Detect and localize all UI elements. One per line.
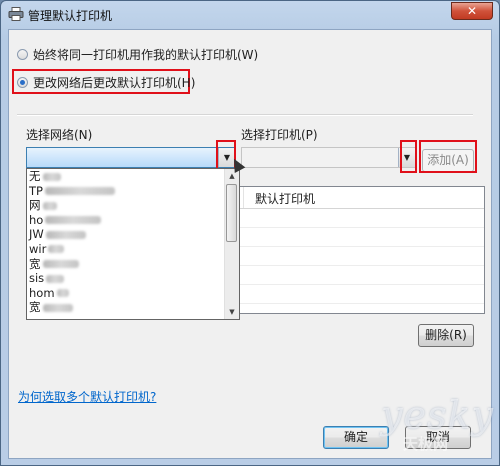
table-row	[235, 303, 484, 304]
help-link[interactable]: 为何选取多个默认打印机?	[18, 388, 156, 405]
list-item-label: TP	[29, 183, 43, 198]
option-always-same-label: 始终将同一打印机用作我的默认打印机(W)	[33, 48, 259, 62]
list-item[interactable]: sis	[27, 271, 239, 286]
option-change-with-network[interactable]: 更改网络后更改默认打印机(H)	[17, 74, 195, 91]
option-always-same[interactable]: 始终将同一打印机用作我的默认打印机(W)	[17, 46, 258, 63]
ok-button[interactable]: 确定	[323, 426, 389, 449]
scrollbar-thumb[interactable]	[226, 184, 237, 242]
highlight-box-printer-arrow	[400, 140, 417, 173]
list-item[interactable]: 无	[27, 169, 239, 184]
redacted-text	[42, 260, 79, 269]
redacted-text	[56, 289, 69, 298]
scroll-down-icon[interactable]: ▼	[225, 305, 239, 319]
list-item[interactable]: 宽	[27, 300, 239, 315]
list-item-label: 宽	[29, 300, 41, 315]
list-item[interactable]: ho	[27, 213, 239, 228]
column-header-default-printer[interactable]: 默认打印机	[255, 190, 315, 207]
table-row	[235, 246, 484, 247]
list-item[interactable]: 宽	[27, 257, 239, 272]
separator	[17, 114, 473, 116]
watermark-subtitle: 天极网	[403, 435, 449, 453]
printer-icon	[8, 7, 24, 21]
dropdown-items: 无 TP 网 ho JW wir 宽 sis hom 宽	[27, 169, 239, 315]
list-item[interactable]: wir	[27, 242, 239, 257]
list-item[interactable]: hom	[27, 286, 239, 301]
list-item[interactable]: 网	[27, 198, 239, 213]
network-label: 选择网络(N)	[26, 128, 93, 142]
window-title: 管理默认打印机	[28, 9, 113, 23]
redacted-text	[48, 245, 65, 254]
printer-select[interactable]: ▼	[241, 147, 416, 168]
column-divider	[243, 187, 244, 208]
list-item-label: 网	[29, 198, 41, 213]
redacted-text	[44, 187, 115, 196]
highlight-box-add	[419, 140, 477, 173]
table-row	[235, 227, 484, 228]
list-item-label: 无	[29, 169, 41, 183]
redacted-text	[45, 216, 102, 225]
list-item[interactable]: TP	[27, 184, 239, 199]
table-row	[235, 265, 484, 266]
table-row	[235, 284, 484, 285]
close-button[interactable]: ✕	[451, 2, 493, 20]
radio-change-with-network[interactable]	[17, 77, 28, 88]
redacted-text	[46, 274, 65, 283]
list-item-label: sis	[29, 271, 45, 286]
redacted-text	[45, 230, 86, 239]
title-bar: 管理默认打印机 ✕	[1, 1, 499, 29]
list-item[interactable]: JW	[27, 227, 239, 242]
printer-table: 默认打印机	[234, 186, 485, 314]
dropdown-scrollbar[interactable]: ▲ ▼	[224, 169, 239, 319]
redacted-text	[42, 172, 61, 181]
watermark-logo: yesky	[381, 393, 494, 437]
network-select[interactable]: ▼	[26, 147, 236, 168]
printer-label: 选择打印机(P)	[241, 128, 318, 142]
list-item-label: 宽	[29, 256, 41, 271]
dialog-window: 管理默认打印机 ✕ 始终将同一打印机用作我的默认打印机(W) 更改网络后更改默认…	[0, 0, 500, 466]
radio-always-same[interactable]	[17, 49, 28, 60]
redacted-text	[42, 201, 57, 210]
network-dropdown-list[interactable]: 无 TP 网 ho JW wir 宽 sis hom 宽 ▲ ▼	[26, 168, 240, 320]
list-item-label: wir	[29, 241, 47, 256]
table-header: 默认打印机	[235, 187, 484, 209]
delete-button[interactable]: 删除(R)	[418, 324, 474, 347]
list-item-label: JW	[29, 227, 44, 242]
list-item-label: ho	[29, 212, 44, 227]
redacted-text	[42, 303, 73, 312]
list-item-label: hom	[29, 285, 55, 300]
option-change-with-network-label: 更改网络后更改默认打印机(H)	[33, 76, 196, 90]
